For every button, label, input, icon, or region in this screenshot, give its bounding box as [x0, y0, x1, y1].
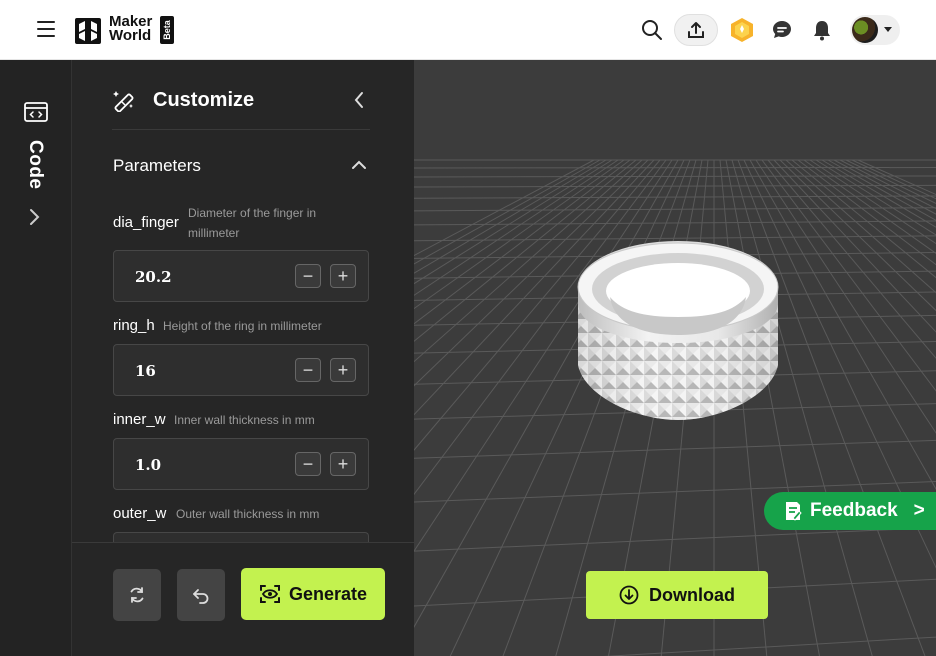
- param-input-ring-h[interactable]: 16 − +: [113, 344, 369, 396]
- feedback-label: Feedback: [810, 500, 898, 521]
- param-input-dia-finger[interactable]: 20.2 − +: [113, 250, 369, 302]
- decrement-button[interactable]: −: [295, 264, 321, 288]
- param-desc-dia-finger: Diameter of the finger in millimeter: [188, 206, 317, 240]
- param-desc-ring-h: Height of the ring in millimeter: [163, 319, 322, 333]
- upload-icon: [688, 22, 704, 38]
- makerworld-logo[interactable]: Maker World Beta: [73, 14, 177, 46]
- param-value[interactable]: 20.2: [135, 268, 172, 286]
- customize-panel: Customize Parameters dia_finger Diameter…: [72, 60, 414, 656]
- chevron-down-icon: [884, 27, 892, 32]
- param-label-outer-w: outer_w: [113, 505, 167, 522]
- download-icon: [619, 585, 639, 605]
- param-value[interactable]: 1.0: [135, 456, 161, 474]
- feedback-icon: [786, 502, 802, 521]
- parameters-section-title[interactable]: Parameters: [113, 156, 201, 176]
- increment-button[interactable]: +: [330, 452, 356, 476]
- logo-cube-icon: [75, 18, 101, 44]
- download-label: Download: [649, 584, 735, 605]
- menu-icon[interactable]: [37, 21, 55, 37]
- download-button[interactable]: Download: [586, 571, 768, 619]
- bell-icon[interactable]: [810, 16, 834, 44]
- panel-title: Customize: [153, 89, 255, 111]
- left-rail: Code: [0, 60, 72, 656]
- increment-button[interactable]: +: [330, 264, 356, 288]
- panel-footer: Generate: [72, 542, 414, 656]
- param-input-inner-w[interactable]: 1.0 − +: [113, 438, 369, 490]
- beta-badge: Beta: [160, 16, 174, 44]
- points-icon[interactable]: [730, 16, 754, 44]
- logo-text-world: World: [109, 27, 152, 44]
- generate-label: Generate: [288, 583, 368, 604]
- undo-icon: [193, 589, 209, 604]
- param-value[interactable]: 16: [135, 362, 156, 380]
- user-menu[interactable]: [850, 15, 900, 45]
- chevron-right-icon[interactable]: [28, 208, 40, 226]
- avatar: [852, 17, 878, 43]
- top-header: Maker World Beta: [0, 0, 936, 60]
- param-desc-outer-w: Outer wall thickness in mm: [176, 507, 320, 521]
- search-icon[interactable]: [640, 16, 664, 44]
- code-tab-label[interactable]: Code: [22, 140, 46, 192]
- ring-model[interactable]: [574, 235, 782, 425]
- model-viewport[interactable]: Feedback > Download: [414, 60, 936, 656]
- decrement-button[interactable]: −: [295, 358, 321, 382]
- param-label-ring-h: ring_h: [113, 317, 155, 334]
- refresh-icon: [130, 587, 144, 603]
- chevron-up-icon[interactable]: [351, 160, 367, 170]
- generate-button[interactable]: Generate: [241, 568, 385, 620]
- generate-eye-icon: [259, 585, 280, 603]
- reset-button[interactable]: [113, 569, 161, 621]
- increment-button[interactable]: +: [330, 358, 356, 382]
- upload-button[interactable]: [674, 14, 718, 46]
- panel-header: Customize: [112, 60, 370, 130]
- param-label-dia-finger: dia_finger: [113, 214, 179, 231]
- feedback-button[interactable]: Feedback >: [764, 492, 936, 530]
- undo-button[interactable]: [177, 569, 225, 621]
- chevron-left-icon[interactable]: [352, 90, 366, 110]
- param-desc-inner-w: Inner wall thickness in mm: [174, 413, 315, 427]
- message-icon[interactable]: [770, 16, 794, 44]
- param-input-outer-w[interactable]: [113, 532, 369, 542]
- code-window-icon[interactable]: [24, 102, 48, 122]
- magic-wand-icon: [113, 91, 134, 112]
- param-label-inner-w: inner_w: [113, 411, 166, 428]
- decrement-button[interactable]: −: [295, 452, 321, 476]
- feedback-arrow: >: [913, 500, 925, 521]
